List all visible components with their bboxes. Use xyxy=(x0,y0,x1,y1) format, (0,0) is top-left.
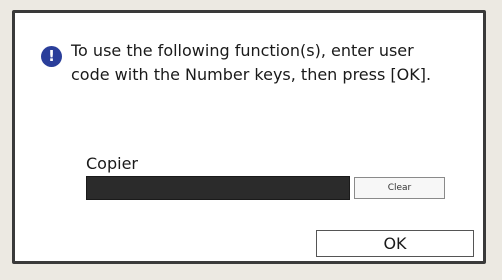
ok-button[interactable]: OK xyxy=(316,230,474,257)
copier-label: Copier xyxy=(86,154,138,173)
info-icon: ! xyxy=(41,46,62,67)
user-code-dialog: ! To use the following function(s), ente… xyxy=(12,10,486,264)
clear-button[interactable]: Clear xyxy=(354,177,445,199)
message-line-1: To use the following function(s), enter … xyxy=(71,41,414,60)
user-code-field[interactable] xyxy=(86,176,350,200)
dialog-message: To use the following function(s), enter … xyxy=(71,39,471,87)
message-line-2: code with the Number keys, then press [O… xyxy=(71,65,432,84)
